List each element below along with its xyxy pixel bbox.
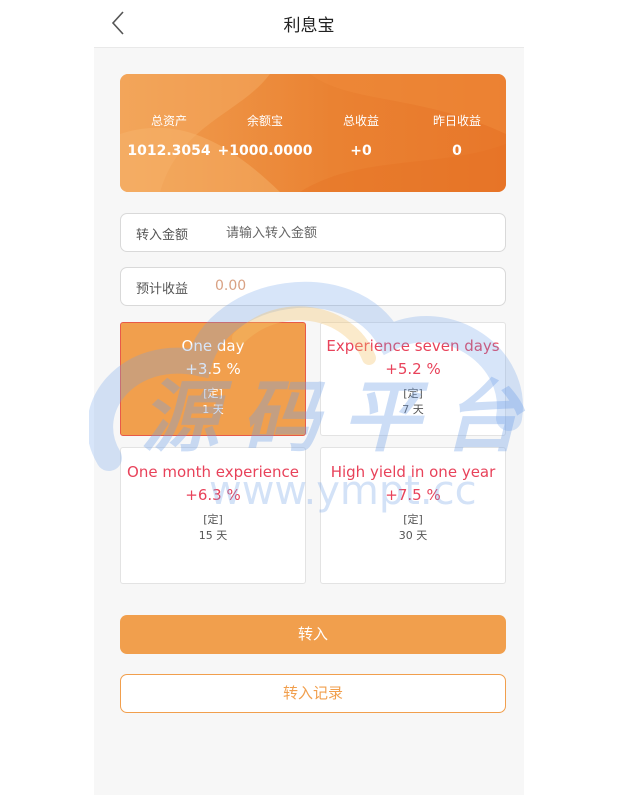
transfer-records-button[interactable]: 转入记录 — [120, 674, 506, 713]
plan-rate: +7.5 % — [385, 486, 441, 504]
plan-name: High yield in one year — [330, 463, 496, 481]
stat-value: 1012.3054 — [127, 143, 211, 159]
plan-name: One day — [181, 337, 245, 355]
expected-income-value: 0.00 — [215, 278, 247, 294]
stat-label: 余额宝 — [246, 114, 283, 128]
transfer-in-button[interactable]: 转入 — [120, 615, 506, 654]
transfer-amount-field: 转入金额 — [120, 213, 506, 252]
stat-label: 总资产 — [150, 114, 187, 128]
plan-name: One month experience — [127, 463, 299, 481]
plan-card-one-month[interactable]: One month experience +6.3 % [定] 15 天 — [120, 447, 306, 584]
stat-value: +0 — [350, 143, 372, 159]
page-title: 利息宝 — [283, 16, 335, 36]
plan-days: 15 天 — [198, 529, 228, 542]
expected-income-label: 预计收益 — [136, 282, 189, 297]
plan-type: [定] — [403, 513, 423, 526]
plan-days: 1 天 — [202, 403, 224, 416]
plan-rate: +3.5 % — [185, 360, 241, 378]
plan-type: [定] — [403, 387, 423, 400]
plan-days: 30 天 — [398, 529, 428, 542]
transfer-amount-label: 转入金额 — [136, 228, 189, 243]
plan-card-one-day[interactable]: One day +3.5 % [定] 1 天 — [120, 322, 306, 436]
phone-screen: 利息宝 总资产 1012.3054 余额宝 +1000.0000 总收益 +0 … — [94, 0, 524, 795]
plan-rate: +5.2 % — [385, 360, 441, 378]
stat-label: 昨日收益 — [432, 114, 481, 128]
plan-days: 7 天 — [402, 403, 424, 416]
expected-income-field: 预计收益 0.00 — [120, 267, 506, 306]
plan-name: Experience seven days — [326, 337, 500, 355]
plan-card-seven-days[interactable]: Experience seven days +5.2 % [定] 7 天 — [320, 322, 506, 436]
plan-type: [定] — [203, 513, 223, 526]
plan-type: [定] — [203, 387, 223, 400]
asset-summary-card: 总资产 1012.3054 余额宝 +1000.0000 总收益 +0 昨日收益… — [120, 74, 506, 192]
top-bar: 利息宝 — [94, 0, 524, 48]
plan-rate: +6.3 % — [185, 486, 241, 504]
stat-label: 总收益 — [342, 114, 379, 128]
stat-value: +1000.0000 — [217, 143, 313, 159]
stats-row: 总资产 1012.3054 余额宝 +1000.0000 总收益 +0 昨日收益… — [120, 74, 506, 192]
transfer-amount-input[interactable] — [224, 222, 498, 244]
stat-value: 0 — [452, 143, 462, 159]
plan-card-one-year[interactable]: High yield in one year +7.5 % [定] 30 天 — [320, 447, 506, 584]
